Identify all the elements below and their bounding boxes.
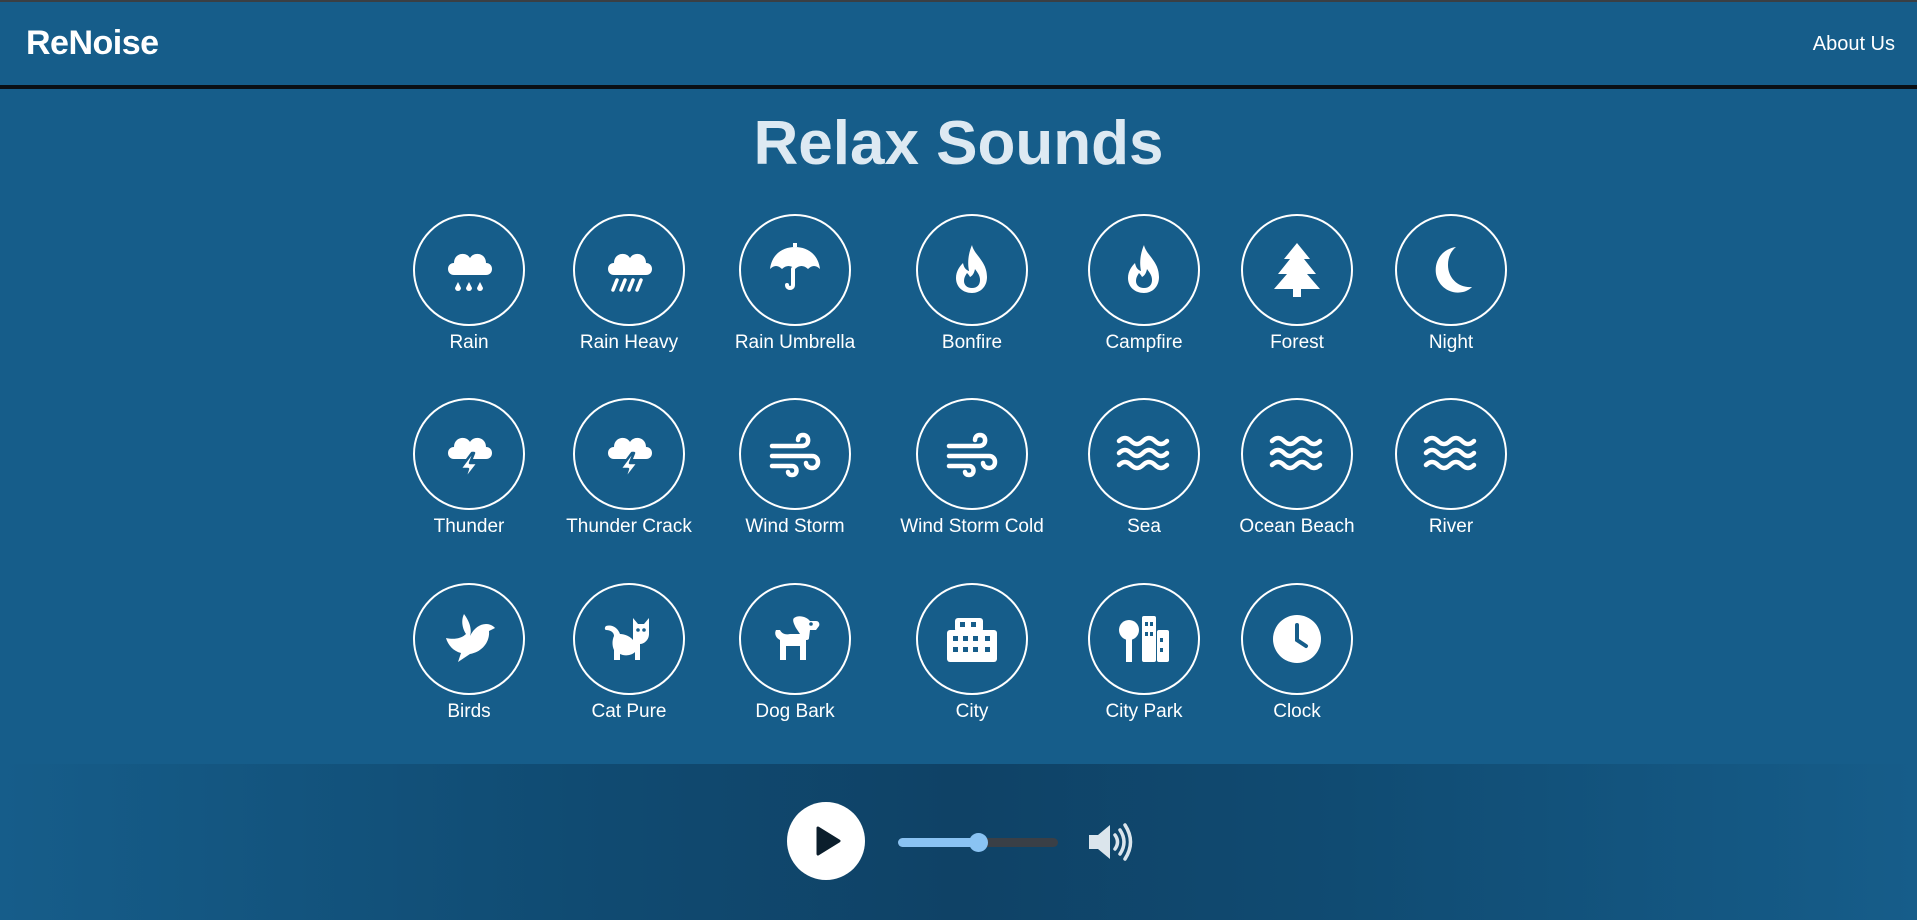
sound-label: Cat Pure xyxy=(591,701,667,722)
sound-label: Sea xyxy=(1127,516,1161,537)
sound-label: City Park xyxy=(1105,701,1183,722)
sound-label: River xyxy=(1428,516,1474,537)
sound-label: Dog Bark xyxy=(755,701,835,722)
navbar: ReNoise About Us xyxy=(0,2,1917,89)
tree-icon xyxy=(1274,243,1320,297)
sound-label: Clock xyxy=(1273,701,1321,722)
sound-circle[interactable] xyxy=(573,214,685,326)
sound-button[interactable]: City Park xyxy=(1059,583,1229,723)
rain-icon xyxy=(448,253,492,291)
volume-slider[interactable] xyxy=(898,833,1058,852)
cat-icon xyxy=(604,618,649,660)
clock-icon xyxy=(1273,615,1321,663)
sound-circle[interactable] xyxy=(413,214,525,326)
player-bar xyxy=(0,764,1917,920)
sound-label: Campfire xyxy=(1105,332,1183,353)
sound-circle[interactable] xyxy=(739,398,851,510)
sound-label: Ocean Beach xyxy=(1239,516,1355,537)
dove-icon xyxy=(446,614,495,662)
sound-circle[interactable] xyxy=(1241,583,1353,695)
sound-label: Bonfire xyxy=(941,332,1003,353)
sound-label: Wind Storm xyxy=(745,516,845,537)
sound-label: Rain Umbrella xyxy=(734,332,856,353)
play-icon xyxy=(816,826,841,856)
sound-button[interactable]: Rain xyxy=(384,214,554,354)
volume-high-icon[interactable] xyxy=(1086,820,1134,864)
sound-circle[interactable] xyxy=(1241,398,1353,510)
sound-button[interactable]: Birds xyxy=(384,583,554,723)
sound-circle[interactable] xyxy=(1395,398,1507,510)
sound-circle[interactable] xyxy=(739,214,851,326)
sound-circle[interactable] xyxy=(413,583,525,695)
sound-button[interactable]: Bonfire xyxy=(887,214,1057,354)
city-icon xyxy=(947,618,997,662)
fire-icon xyxy=(1128,245,1159,293)
sound-button[interactable]: Cat Pure xyxy=(544,583,714,723)
sound-button[interactable]: Night xyxy=(1366,214,1536,354)
play-button[interactable] xyxy=(787,802,865,880)
sound-circle[interactable] xyxy=(573,398,685,510)
sound-label: Thunder Crack xyxy=(566,516,692,537)
heavy-rain-icon xyxy=(608,253,652,292)
sound-circle[interactable] xyxy=(916,583,1028,695)
sound-circle[interactable] xyxy=(1241,214,1353,326)
sound-circle[interactable] xyxy=(1088,398,1200,510)
sound-button[interactable]: River xyxy=(1366,398,1536,538)
sound-circle[interactable] xyxy=(739,583,851,695)
sound-button[interactable]: Clock xyxy=(1212,583,1382,723)
sound-label: Rain Heavy xyxy=(579,332,679,353)
sound-circle[interactable] xyxy=(1395,214,1507,326)
sound-circle[interactable] xyxy=(1088,214,1200,326)
fire-icon xyxy=(956,245,987,293)
sound-button[interactable]: Dog Bark xyxy=(710,583,880,723)
sound-label: Forest xyxy=(1270,332,1324,353)
sound-circle[interactable] xyxy=(573,583,685,695)
thunderstorm-icon xyxy=(608,437,652,483)
sound-button[interactable]: Sea xyxy=(1059,398,1229,538)
sound-label: Birds xyxy=(447,701,491,722)
sound-button[interactable]: City xyxy=(887,583,1057,723)
sound-button[interactable]: Thunder xyxy=(384,398,554,538)
sound-label: Night xyxy=(1428,332,1474,353)
sound-circle[interactable] xyxy=(916,214,1028,326)
sound-label: City xyxy=(955,701,989,722)
brand-logo[interactable]: ReNoise xyxy=(26,24,159,63)
water-icon xyxy=(1116,435,1170,471)
sound-button[interactable]: Rain Umbrella xyxy=(710,214,880,354)
sound-label: Thunder xyxy=(433,516,505,537)
moon-icon xyxy=(1435,247,1472,293)
sound-circle[interactable] xyxy=(1088,583,1200,695)
sound-circle[interactable] xyxy=(413,398,525,510)
volume-slider-fill xyxy=(898,838,978,847)
water-icon xyxy=(1269,435,1323,471)
volume-slider-thumb[interactable] xyxy=(969,833,988,852)
sound-button[interactable]: Rain Heavy xyxy=(544,214,714,354)
sound-button[interactable]: Wind Storm xyxy=(710,398,880,538)
sound-label: Rain xyxy=(449,332,489,353)
dog-icon xyxy=(775,616,820,660)
sound-button[interactable]: Thunder Crack xyxy=(544,398,714,538)
sound-button[interactable]: Wind Storm Cold xyxy=(887,398,1057,538)
about-us-link[interactable]: About Us xyxy=(1813,33,1895,56)
sound-button[interactable]: Ocean Beach xyxy=(1212,398,1382,538)
page-title: Relax Sounds xyxy=(753,109,1164,178)
umbrella-icon xyxy=(770,243,820,290)
sound-label: Wind Storm Cold xyxy=(900,516,1044,537)
tree-city-icon xyxy=(1119,616,1169,662)
water-icon xyxy=(1423,435,1477,471)
wind-icon xyxy=(946,432,998,478)
sound-button[interactable]: Forest xyxy=(1212,214,1382,354)
wind-icon xyxy=(769,432,821,478)
thunderstorm-icon xyxy=(448,437,492,483)
sound-circle[interactable] xyxy=(916,398,1028,510)
sound-button[interactable]: Campfire xyxy=(1059,214,1229,354)
